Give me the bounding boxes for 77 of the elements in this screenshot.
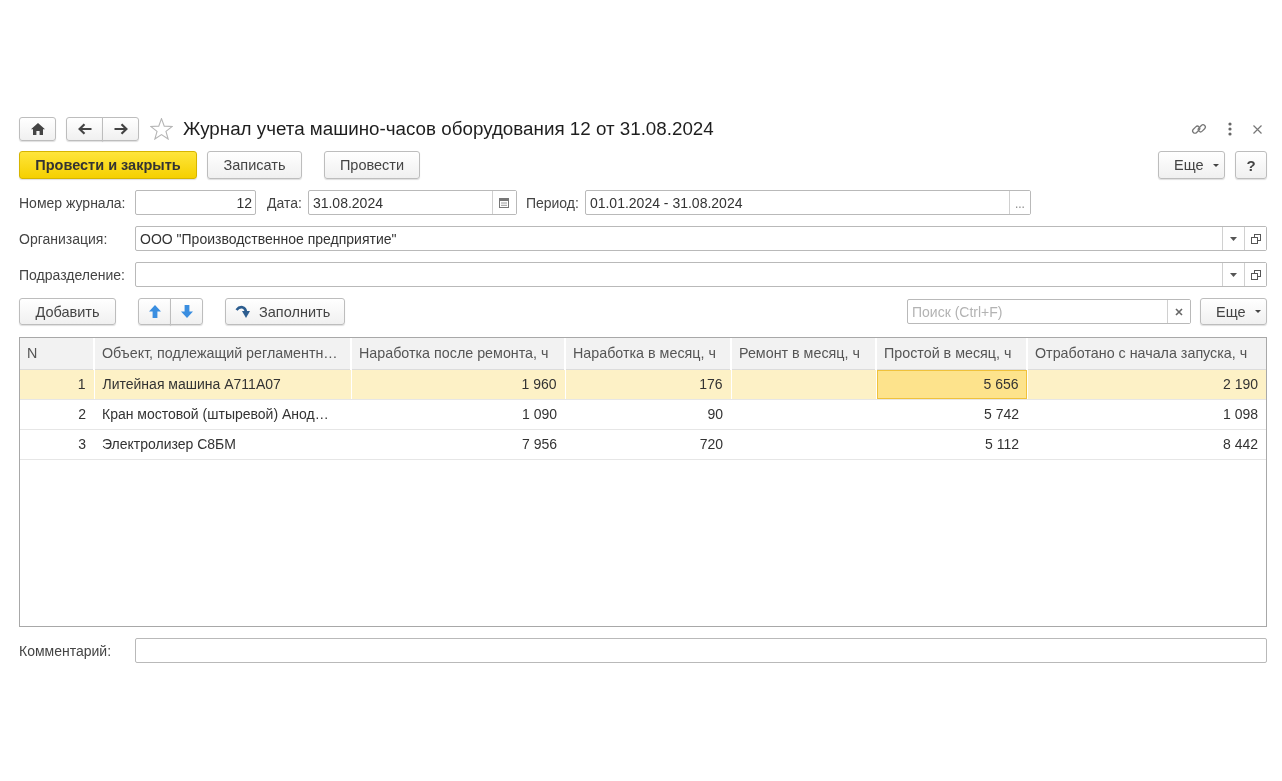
windows-icon <box>1250 269 1261 280</box>
table-cell: 1 <box>20 369 94 399</box>
table-cell: 5 112 <box>876 429 1027 459</box>
primary-button[interactable]: Провести и закрыть <box>19 151 197 179</box>
window-title: Журнал учета машино-часов оборудования 12 от 31.08.2024 <box>183 117 714 141</box>
clear-button[interactable] <box>1167 300 1190 323</box>
home-icon <box>30 123 45 135</box>
column-header[interactable]: Объект, подлежащий регламентн… <box>94 338 351 369</box>
more-icon[interactable] <box>1228 122 1232 136</box>
curved-arrow-icon <box>235 305 250 318</box>
more-button[interactable]: Еще <box>1200 298 1267 325</box>
select-button[interactable]: ... <box>1008 191 1030 214</box>
add-button[interactable]: Добавить <box>19 298 116 325</box>
caret-icon <box>1230 272 1237 277</box>
field-label: Комментарий: <box>19 642 113 659</box>
star-icon[interactable] <box>150 118 173 140</box>
close-icon[interactable] <box>1253 124 1262 134</box>
table-cell: 8 442 <box>1027 429 1266 459</box>
calendar-button[interactable] <box>491 191 516 214</box>
back-button[interactable] <box>66 117 103 141</box>
command-button[interactable]: Записать <box>207 151 302 179</box>
forward-button[interactable] <box>102 117 139 141</box>
caret-icon <box>1230 236 1237 241</box>
date-field[interactable]: 31.08.2024 <box>307 190 517 215</box>
column-header[interactable]: Ремонт в месяц, ч <box>731 338 876 369</box>
table-cell: Кран мостовой (штыревой) Анод… <box>94 399 351 429</box>
table-cell: 90 <box>565 399 731 429</box>
column-header[interactable]: Наработка в месяц, ч <box>565 338 731 369</box>
organization-field[interactable]: ООО "Производственное предприятие" <box>135 226 1267 251</box>
table-cell: 5 742 <box>876 399 1027 429</box>
table-row[interactable]: 3 Электролизер С8БМ 7 956 720 5 112 8 442 <box>20 429 1266 459</box>
table-row[interactable]: 1 Литейная машина А711А07 1 960 176 5 656 2 190 <box>20 369 1266 399</box>
table-cell: 3 <box>20 429 94 459</box>
calendar-icon <box>499 197 510 208</box>
table-cell: Литейная машина А711А07 <box>94 369 351 399</box>
arrow-up-icon <box>148 305 161 318</box>
arrow-left-icon <box>77 123 92 135</box>
field-label: Номер журнала: <box>19 194 127 211</box>
table-row[interactable]: 2 Кран мостовой (штыревой) Анод… 1 090 90 5 742 1 098 <box>20 399 1266 429</box>
field-label: Период: <box>525 194 579 211</box>
table-cell: 1 098 <box>1027 399 1266 429</box>
column-header[interactable]: Наработка после ремонта, ч <box>351 338 565 369</box>
open-button[interactable] <box>1244 227 1266 250</box>
department-field[interactable] <box>135 262 1267 287</box>
command-button[interactable]: Провести <box>324 151 420 179</box>
open-button[interactable] <box>1244 263 1266 286</box>
field-label: Подразделение: <box>19 266 126 283</box>
help-button[interactable]: ? <box>1235 151 1267 179</box>
link-icon[interactable] <box>1191 121 1207 137</box>
field-label: Организация: <box>19 230 109 247</box>
table-cell: Электролизер С8БМ <box>94 429 351 459</box>
home-button[interactable] <box>19 117 56 141</box>
clear-icon <box>1175 307 1183 316</box>
table-cell: 2 <box>20 399 94 429</box>
move-up-button[interactable] <box>138 298 171 325</box>
table-cell: 720 <box>565 429 731 459</box>
table-cell: 1 960 <box>351 369 565 399</box>
fill-button[interactable]: Заполнить <box>225 298 345 325</box>
table-cell: 1 090 <box>351 399 565 429</box>
caret-icon <box>1254 310 1261 313</box>
column-header[interactable]: N <box>20 338 94 369</box>
more-button[interactable]: Еще <box>1158 151 1225 179</box>
arrow-right-icon <box>113 123 128 135</box>
table-cell: 2 190 <box>1027 369 1266 399</box>
search-field[interactable]: Поиск (Ctrl+F) <box>907 299 1191 324</box>
number-field[interactable]: 12 <box>135 190 256 215</box>
table-cell: 176 <box>565 369 731 399</box>
table-cell: 5 656 <box>876 369 1027 399</box>
caret-icon <box>1212 163 1219 167</box>
windows-icon <box>1250 233 1261 244</box>
comment-field[interactable] <box>135 638 1267 663</box>
column-header[interactable]: Простой в месяц, ч <box>876 338 1027 369</box>
field-label: Дата: <box>267 194 302 211</box>
move-down-button[interactable] <box>170 298 203 325</box>
column-header[interactable]: Отработано с начала запуска, ч <box>1027 338 1266 369</box>
table-cell: 7 956 <box>351 429 565 459</box>
arrow-down-icon <box>180 305 193 318</box>
